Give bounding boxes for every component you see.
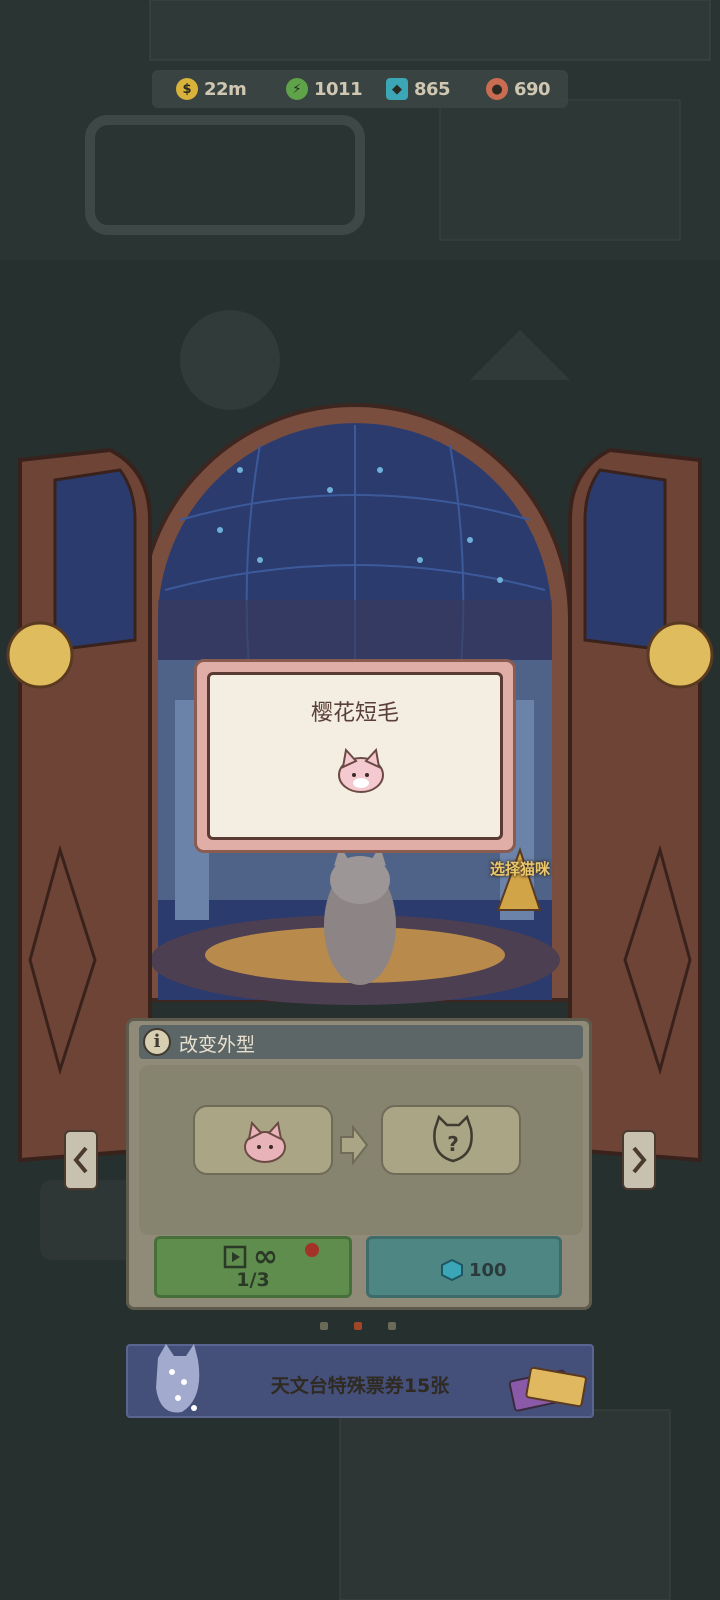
resource-bar: $ 22m ⚡ 1011 ◆ 865 ● 690 [152, 70, 568, 108]
energy-counter[interactable]: ⚡ 1011 [286, 78, 366, 100]
chevron-right-icon [632, 1146, 647, 1174]
next-button[interactable] [622, 1130, 656, 1190]
lightning-icon: ⚡ [286, 78, 308, 100]
ad-count: 1/3 [236, 1269, 270, 1291]
gem-value: 865 [414, 78, 451, 100]
svg-text:?: ? [447, 1132, 459, 1156]
new-look-box: ? [381, 1105, 521, 1175]
notification-dot [305, 1243, 319, 1257]
page-dot-active[interactable] [354, 1322, 362, 1330]
current-look-box [193, 1105, 333, 1175]
watch-ad-button[interactable]: ∞ 1/3 [154, 1236, 352, 1298]
cat-token-counter[interactable]: ● 690 [486, 78, 566, 100]
cat-token-icon: ● [486, 78, 508, 100]
gem-price: 100 [469, 1259, 507, 1281]
coin-value: 22m [204, 78, 247, 100]
previous-button[interactable] [64, 1130, 98, 1190]
panel-header: i 改变外型 [139, 1025, 583, 1059]
breed-name: 樱花短毛 [310, 701, 399, 726]
energy-value: 1011 [314, 78, 363, 100]
cat-token-value: 690 [514, 78, 551, 100]
gem-icon [441, 1259, 463, 1281]
page-dot[interactable] [388, 1322, 396, 1330]
pink-cat-face-icon [244, 1120, 286, 1163]
ticket-banner[interactable]: 天文台特殊票券15张 [126, 1344, 594, 1418]
coin-icon: $ [176, 78, 198, 100]
gem-icon: ◆ [386, 78, 408, 100]
pink-cat-face-icon [338, 747, 384, 793]
gem-counter[interactable]: ◆ 865 [386, 78, 466, 100]
gem-purchase-button[interactable]: 100 [366, 1236, 562, 1298]
unknown-cat-icon: ? [433, 1115, 473, 1163]
chevron-left-icon [73, 1146, 88, 1174]
arrow-right-icon [340, 1125, 369, 1165]
appearance-preview: ? [139, 1065, 583, 1235]
page-dot[interactable] [320, 1322, 328, 1330]
panel-title: 改变外型 [179, 1034, 256, 1056]
select-cat-button[interactable]: 选择猫咪 [490, 858, 550, 879]
info-icon[interactable]: i [143, 1028, 171, 1056]
page-indicator [320, 1322, 422, 1330]
breed-name-card: 樱花短毛 [194, 659, 516, 853]
video-icon [223, 1245, 247, 1269]
tickets-icon [508, 1366, 587, 1412]
coin-counter[interactable]: $ 22m [176, 78, 256, 100]
